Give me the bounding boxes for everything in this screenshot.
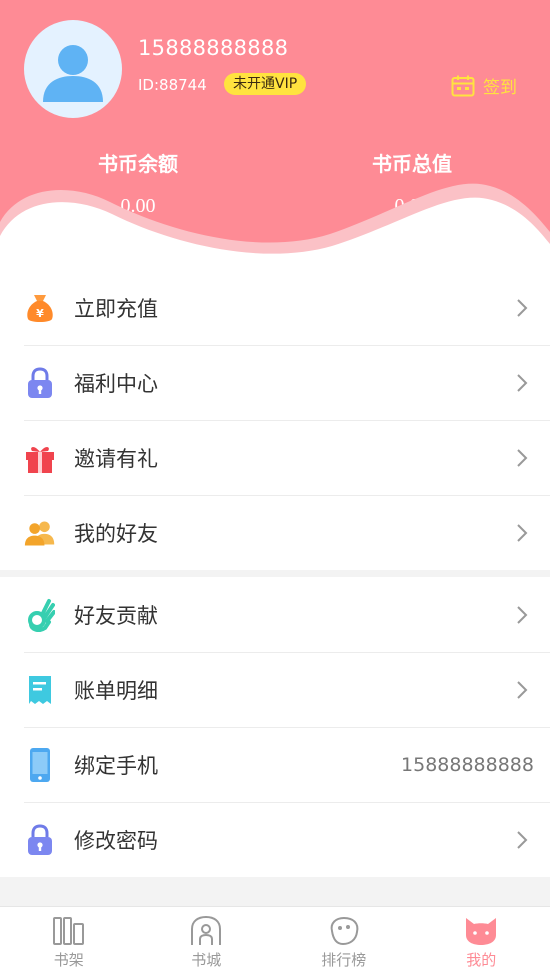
calendar-icon (451, 75, 475, 96)
tab-bookshelf[interactable]: 书架 (0, 907, 138, 978)
menu-label: 福利中心 (74, 371, 158, 396)
menu-item-bind-phone[interactable]: 绑定手机 15888888888 (0, 727, 550, 802)
user-id: ID:88744 (138, 76, 207, 94)
tab-mine[interactable]: 我的 (413, 907, 550, 978)
tab-ranking[interactable]: 排行榜 (275, 907, 413, 978)
bookstore-icon (191, 915, 222, 945)
lock-icon (24, 366, 56, 399)
signin-button[interactable]: 签到 (451, 73, 517, 98)
vip-badge[interactable]: 未开通VIP (224, 73, 307, 95)
chevron-right-icon (517, 680, 528, 699)
chevron-right-icon (517, 830, 528, 849)
bookshelf-icon (52, 917, 84, 945)
menu-item-recharge[interactable]: ¥ 立即充值 (0, 270, 550, 345)
menu-label: 立即充值 (74, 296, 158, 321)
gift-icon (24, 442, 56, 474)
tab-label: 书架 (53, 951, 84, 969)
friends-icon (24, 517, 56, 549)
lock-icon (24, 823, 56, 856)
coin-total-label: 书币总值 (372, 152, 452, 176)
avatar[interactable] (24, 20, 122, 118)
menu-label: 我的好友 (74, 521, 158, 546)
coin-balance-label: 书币余额 (98, 152, 178, 176)
menu-label: 绑定手机 (74, 753, 158, 778)
chevron-right-icon (517, 373, 528, 392)
chevron-right-icon (517, 605, 528, 624)
mobile-phone-icon (24, 747, 56, 782)
menu-item-my-friends[interactable]: 我的好友 (0, 495, 550, 570)
signin-label: 签到 (483, 78, 517, 98)
money-bag-icon: ¥ (24, 292, 56, 324)
menu-label: 账单明细 (74, 678, 158, 703)
tab-label: 书城 (191, 951, 222, 969)
bound-phone-value: 15888888888 (401, 753, 534, 776)
user-phone: 15888888888 (138, 36, 289, 60)
menu-label: 修改密码 (74, 828, 158, 853)
chevron-right-icon (517, 298, 528, 317)
menu-label: 好友贡献 (74, 603, 158, 628)
ranking-icon (330, 916, 359, 946)
header-wave (0, 183, 550, 270)
menu-item-invite-gift[interactable]: 邀请有礼 (0, 420, 550, 495)
menu-item-welfare-center[interactable]: 福利中心 (0, 345, 550, 420)
menu-group-settings: 好友贡献 账单明细 绑定手机 15888888888 修改密码 (0, 577, 550, 877)
bottom-tab-bar: 书架 书城 排行榜 我的 (0, 906, 550, 978)
cat-face-icon (466, 918, 497, 945)
profile-header: 15888888888 ID:88744 未开通VIP 签到 书币余额 0.00… (0, 0, 550, 270)
menu-item-friend-contribution[interactable]: 好友贡献 (0, 577, 550, 652)
hand-ok-icon (24, 598, 56, 632)
tab-label: 我的 (466, 951, 497, 969)
receipt-icon (24, 674, 56, 706)
user-avatar-icon (43, 45, 103, 102)
tab-label: 排行榜 (321, 951, 367, 969)
svg-text:¥: ¥ (36, 307, 44, 320)
chevron-right-icon (517, 448, 528, 467)
chevron-right-icon (517, 523, 528, 542)
menu-item-bill-details[interactable]: 账单明细 (0, 652, 550, 727)
menu-item-change-password[interactable]: 修改密码 (0, 802, 550, 877)
menu-group-account: ¥ 立即充值 福利中心 邀请有礼 我的好友 (0, 270, 550, 570)
menu-label: 邀请有礼 (74, 446, 158, 471)
tab-bookstore[interactable]: 书城 (138, 907, 276, 978)
